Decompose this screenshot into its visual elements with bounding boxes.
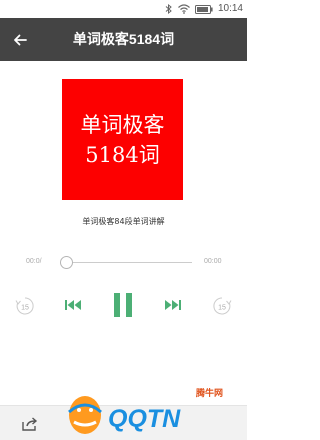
album-cover: 单词极客 5184词 [62, 79, 183, 200]
skip-previous-icon [65, 300, 81, 310]
share-icon [22, 417, 38, 431]
progress-bar[interactable] [66, 262, 192, 263]
battery-icon [194, 4, 213, 14]
pause-button[interactable] [112, 292, 134, 318]
cover-title: 单词极客 [80, 112, 165, 137]
track-subtitle: 单词极客84段单词讲解 [82, 217, 165, 226]
cover-subtitle: 5184词 [85, 142, 160, 167]
forward-seconds: 15 [218, 305, 226, 312]
progress-thumb[interactable] [60, 256, 73, 269]
forward-15-button[interactable]: 15 [211, 295, 233, 317]
next-button[interactable] [164, 296, 182, 314]
page-title: 单词极客5184词 [72, 31, 175, 47]
status-icons: 10:14 [165, 2, 243, 16]
total-time: 00:00 [204, 258, 222, 265]
penguin-logo-icon [68, 396, 102, 434]
rewind-seconds: 15 [21, 305, 29, 312]
back-button[interactable] [8, 28, 32, 52]
fast-forward-icon: 15 [213, 297, 232, 315]
pause-icon [114, 293, 132, 317]
rewind-icon: 15 [15, 297, 34, 315]
current-time: 00:0/ [26, 258, 42, 265]
status-bar: 10:14 [0, 0, 247, 18]
skip-next-icon [165, 300, 181, 310]
watermark-brand: 腾牛网 [196, 389, 224, 399]
share-button[interactable] [20, 414, 40, 434]
rewind-15-button[interactable]: 15 [14, 295, 36, 317]
arrow-left-icon [14, 34, 27, 46]
watermark: QQTN 腾牛网 [64, 384, 247, 440]
previous-button[interactable] [64, 296, 82, 314]
title-bar: 单词极客5184词 [0, 18, 247, 61]
bluetooth-icon [165, 4, 172, 14]
wifi-icon [178, 4, 190, 14]
status-time: 10:14 [217, 3, 243, 14]
watermark-text: QQTN [108, 405, 181, 433]
